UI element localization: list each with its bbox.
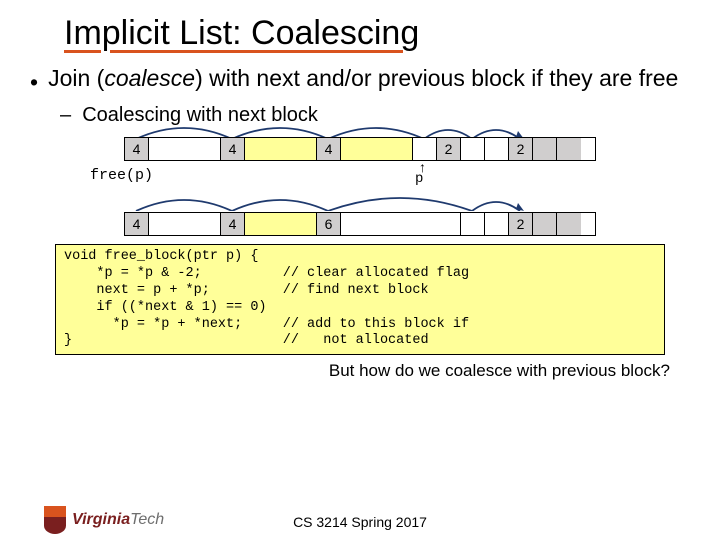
block-header: 4 bbox=[125, 138, 149, 160]
block-header: 4 bbox=[125, 213, 149, 235]
block-payload-free bbox=[149, 138, 221, 160]
vt-logo: VirginiaTech bbox=[44, 506, 164, 534]
block-payload-free bbox=[485, 213, 509, 235]
block-header: 4 bbox=[221, 213, 245, 235]
block-payload-free bbox=[461, 213, 485, 235]
block-header: 6 bbox=[317, 213, 341, 235]
logo-tech: Tech bbox=[130, 511, 164, 528]
bullet-text: Join (coalesce) with next and/or previou… bbox=[48, 65, 678, 96]
shield-icon bbox=[44, 506, 66, 534]
block-tail bbox=[557, 138, 581, 160]
heap-row-after: 4 4 6 2 bbox=[124, 212, 596, 236]
p-label: p bbox=[415, 171, 423, 187]
block-header: 4 bbox=[221, 138, 245, 160]
block-tail bbox=[533, 138, 557, 160]
block-tail bbox=[533, 213, 557, 235]
bullet-lead: Join ( bbox=[48, 65, 104, 91]
block-header: 2 bbox=[437, 138, 461, 160]
block-payload-alloc bbox=[245, 138, 317, 160]
block-payload-free bbox=[149, 213, 221, 235]
block-payload-free bbox=[461, 138, 485, 160]
block-payload-free bbox=[413, 138, 437, 160]
bullet-em: coalesce bbox=[104, 65, 195, 91]
arcs-bottom bbox=[40, 189, 680, 211]
block-payload-free bbox=[341, 213, 461, 235]
code-block: void free_block(ptr p) { *p = *p & -2; /… bbox=[55, 244, 665, 355]
slide-title: Implicit List: Coalescing bbox=[0, 0, 720, 55]
free-call-label: free(p) bbox=[90, 167, 680, 184]
block-payload-free bbox=[485, 138, 509, 160]
block-payload-alloc bbox=[245, 213, 317, 235]
bullet-tail: ) with next and/or previous block if the… bbox=[195, 65, 678, 91]
logo-virginia: Virginia bbox=[72, 511, 130, 528]
heap-row-before: 4 4 4 2 2 bbox=[124, 137, 596, 161]
block-header: 2 bbox=[509, 213, 533, 235]
bullet-dot: • bbox=[30, 65, 38, 96]
bullet-1: • Join (coalesce) with next and/or previ… bbox=[30, 65, 690, 96]
bullet-list: • Join (coalesce) with next and/or previ… bbox=[0, 55, 720, 127]
block-payload-alloc bbox=[341, 138, 413, 160]
diagram: 4 4 4 2 2 ↑ p free(p) 4 4 6 2 bbox=[40, 137, 680, 236]
block-header: 4 bbox=[317, 138, 341, 160]
sub-bullet: – Coalescing with next block bbox=[60, 104, 690, 127]
block-header: 2 bbox=[509, 138, 533, 160]
block-tail bbox=[557, 213, 581, 235]
closing-question: But how do we coalesce with previous blo… bbox=[0, 355, 720, 381]
